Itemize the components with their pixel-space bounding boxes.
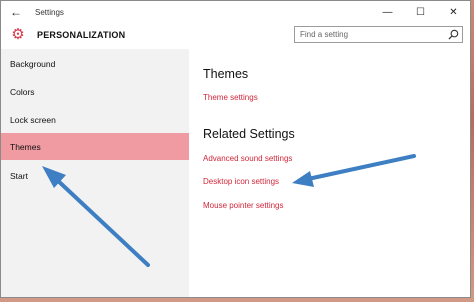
sidebar-item-label: Themes — [10, 141, 41, 152]
sidebar-item-label: Start — [10, 170, 28, 181]
desktop-icon-settings-link[interactable]: Desktop icon settings — [203, 177, 279, 186]
back-button[interactable]: ← — [1, 1, 31, 23]
sidebar-item-themes[interactable]: Themes — [1, 133, 189, 160]
gear-icon: ⚙ — [11, 26, 25, 43]
related-settings-heading: Related Settings — [203, 127, 295, 141]
sidebar-item-label: Lock screen — [10, 114, 56, 125]
maximize-button[interactable]: ☐ — [404, 1, 437, 23]
sidebar-item-label: Background — [10, 58, 56, 69]
themes-heading: Themes — [203, 67, 249, 81]
page-header: ⚙ PERSONALIZATION — [1, 23, 470, 49]
search-icon[interactable] — [448, 29, 459, 40]
window-controls: — ☐ ✕ — [371, 1, 470, 23]
back-arrow-icon: ← — [10, 5, 22, 19]
sidebar-item-background[interactable]: Background — [1, 50, 189, 77]
minimize-icon: — — [382, 6, 393, 18]
minimize-button[interactable]: — — [371, 1, 404, 23]
maximize-icon: ☐ — [416, 6, 425, 18]
advanced-sound-settings-link[interactable]: Advanced sound settings — [203, 154, 292, 163]
title-bar: ← Settings — ☐ ✕ — [1, 1, 470, 23]
theme-settings-link[interactable]: Theme settings — [203, 93, 258, 102]
settings-window: ← Settings — ☐ ✕ ⚙ PERSONALIZATION Find … — [0, 0, 471, 298]
sidebar-item-lock-screen[interactable]: Lock screen — [1, 106, 189, 133]
close-button[interactable]: ✕ — [437, 1, 470, 23]
sidebar: Background Colors Lock screen Themes Sta… — [1, 49, 189, 297]
page-title: PERSONALIZATION — [37, 30, 126, 40]
window-title: Settings — [35, 7, 64, 17]
search-box[interactable] — [294, 26, 463, 43]
main-content: Themes Theme settings Related Settings A… — [189, 49, 470, 297]
sidebar-item-label: Colors — [10, 86, 35, 97]
search-input[interactable] — [295, 27, 450, 42]
mouse-pointer-settings-link[interactable]: Mouse pointer settings — [203, 201, 284, 210]
sidebar-item-start[interactable]: Start — [1, 162, 189, 189]
sidebar-item-colors[interactable]: Colors — [1, 78, 189, 105]
close-icon: ✕ — [449, 6, 458, 18]
